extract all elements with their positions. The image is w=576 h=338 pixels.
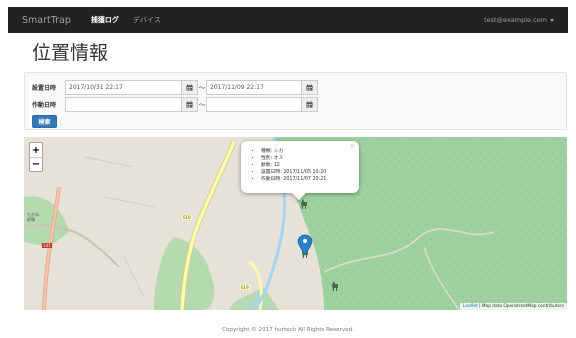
calendar-icon[interactable] [182, 97, 198, 112]
marker-popup: × 種類: シカ 性別: オス 齢数: 12 設置日時: 2017/11/05 … [241, 141, 359, 201]
calendar-icon[interactable] [302, 80, 318, 95]
nav-devices[interactable]: デバイス [133, 15, 161, 25]
range-separator: 〜 [198, 100, 206, 109]
zoom-in-button[interactable]: + [30, 143, 42, 157]
map-attribution: Leaflet | Map data OpenstreetMap contrib… [460, 303, 567, 310]
close-icon[interactable]: × [349, 142, 355, 150]
install-date-from-input[interactable]: 2017/10/31 22:17 [65, 80, 182, 95]
road-label-141: 141 [42, 243, 52, 248]
trigger-date-from-input[interactable] [65, 97, 182, 112]
popup-sex: 性別: オス [261, 155, 353, 162]
popup-install-date: 設置日時: 2017/11/05 10:20 [261, 169, 353, 176]
caret-down-icon [550, 18, 554, 22]
map[interactable]: 619 619 141 たかね 根場 + − × 種類: シカ 性別: オス 齢… [24, 137, 567, 310]
range-separator: 〜 [198, 83, 206, 92]
brand-link[interactable]: SmartTrap [22, 15, 71, 26]
popup-species: 種類: シカ [261, 148, 353, 155]
page-title: 位置情報 [32, 42, 109, 64]
user-menu[interactable]: test@example.com [484, 16, 554, 24]
place-label: たかね 根場 [27, 212, 39, 222]
footer-copyright: Copyright © 2017 hurtech All Rights Rese… [222, 327, 354, 333]
install-date-to-input[interactable]: 2017/11/09 22:17 [206, 80, 302, 95]
trigger-date-row: 作動日時 〜 [32, 97, 318, 112]
popup-details: 種類: シカ 性別: オス 齢数: 12 設置日時: 2017/11/05 10… [253, 148, 353, 183]
zoom-control: + − [29, 142, 43, 172]
popup-trigger-date: 作動日時: 2017/11/07 20:21 [261, 176, 353, 183]
page: SmartTrap 捕獲ログ デバイス test@example.com 位置情… [8, 7, 568, 338]
nav-capture-log[interactable]: 捕獲ログ [91, 15, 119, 25]
install-date-row: 設置日時 2017/10/31 22:17 〜 2017/11/09 22:17 [32, 80, 318, 95]
road-label-619-b: 619 [240, 285, 250, 290]
leaflet-link[interactable]: Leaflet [463, 304, 478, 309]
calendar-icon[interactable] [302, 97, 318, 112]
trigger-date-label: 作動日時 [32, 102, 57, 109]
search-button[interactable]: 検索 [32, 115, 57, 128]
navbar: SmartTrap 捕獲ログ デバイス test@example.com [8, 7, 568, 33]
calendar-icon[interactable] [182, 80, 198, 95]
trigger-date-to-input[interactable] [206, 97, 302, 112]
attribution-text: Map data OpenstreetMap contributors [481, 304, 564, 309]
user-email: test@example.com [484, 16, 547, 24]
road-label-619-a: 619 [182, 215, 192, 220]
install-date-label: 設置日時 [32, 85, 57, 92]
zoom-out-button[interactable]: − [30, 157, 42, 171]
search-panel: 設置日時 2017/10/31 22:17 〜 2017/11/09 22:17… [24, 72, 567, 130]
popup-age: 齢数: 12 [261, 162, 353, 169]
